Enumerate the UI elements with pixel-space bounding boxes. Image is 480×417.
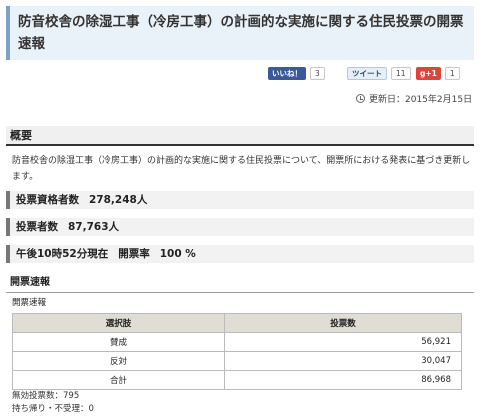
column-header-choice: 選択肢 (12, 313, 225, 333)
tweet-widget[interactable]: ツイート 11 (347, 67, 411, 80)
choice-cell: 賛成 (12, 332, 225, 352)
tweet-count: 11 (391, 67, 411, 80)
eligible-voters-label: 投票資格者数 (16, 194, 79, 206)
facebook-like-count: 3 (310, 67, 325, 80)
count-rate-label: 開票率 (118, 248, 150, 260)
count-rate-value: 100 % (159, 248, 196, 260)
count-rate-stat: 午後10時52分現在 開票率 100 % (6, 245, 474, 263)
updated-date: 更新日：2015年2月15日 (356, 92, 472, 105)
eligible-voters-value: 278,248人 (89, 194, 148, 206)
voters-stat: 投票者数 87,763人 (6, 218, 474, 236)
invalid-votes-text: 無効投票数：795 (12, 391, 80, 401)
facebook-like-widget[interactable]: いいね！ 3 (268, 67, 325, 80)
choice-cell: 合計 (12, 370, 225, 390)
votes-cell: 30,047 (224, 351, 462, 371)
votes-cell: 56,921 (224, 332, 462, 352)
clock-icon (356, 94, 365, 103)
gplus-button[interactable]: g+1 (416, 67, 441, 80)
overview-heading: 概要 (6, 126, 474, 146)
gplus-widget[interactable]: g+1 1 (416, 67, 460, 80)
count-time-label: 午後10時52分現在 (16, 248, 109, 260)
table-row: 賛成 56,921 (12, 332, 462, 352)
gplus-count: 1 (444, 67, 460, 80)
eligible-voters-stat: 投票資格者数 278,248人 (6, 191, 474, 209)
facebook-like-button[interactable]: いいね！ (268, 67, 306, 80)
column-header-votes: 投票数 (224, 313, 462, 333)
results-heading: 開票速報 (6, 273, 474, 293)
table-row: 合計 86,968 (12, 370, 462, 390)
table-header-row: 選択肢 投票数 (12, 313, 462, 333)
results-table: 選択肢 投票数 賛成 56,921 反対 30,047 合計 86,968 (12, 313, 462, 390)
overview-text: 防音校舎の除湿工事（冷房工事）の計画的な実施に関する住民投票について、開票所にお… (12, 156, 471, 182)
voters-label: 投票者数 (16, 221, 58, 233)
page-title: 防音校舎の除湿工事（冷房工事）の計画的な実施に関する住民投票の開票速報 (6, 6, 474, 60)
tweet-button[interactable]: ツイート (347, 67, 387, 80)
other-votes-text: 持ち帰り・不受理：0 (12, 404, 94, 414)
table-row: 反対 30,047 (12, 351, 462, 371)
voters-value: 87,763人 (68, 221, 120, 233)
results-sub-heading: 開票速報 (12, 298, 47, 308)
choice-cell: 反対 (12, 351, 225, 371)
votes-cell: 86,968 (224, 370, 462, 390)
updated-date-text: 更新日：2015年2月15日 (369, 95, 473, 105)
